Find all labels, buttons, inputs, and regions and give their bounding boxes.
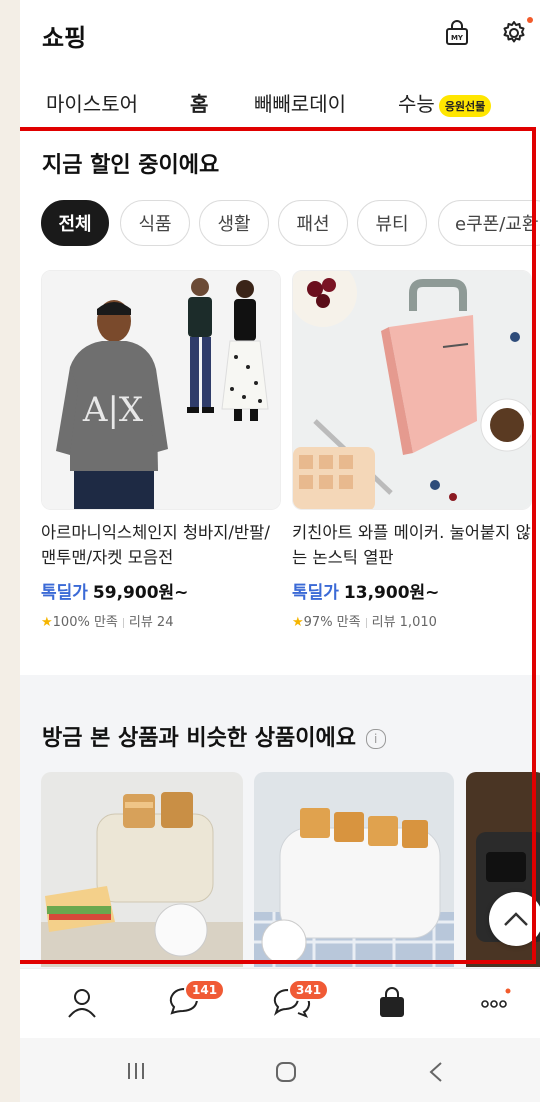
divider bbox=[122, 617, 124, 628]
product-image-waffle-maker[interactable] bbox=[292, 270, 532, 510]
nav-chats[interactable]: 141 bbox=[164, 979, 226, 1023]
page-title: 쇼핑 bbox=[42, 24, 87, 52]
star-icon: ★ bbox=[292, 615, 304, 630]
chat-count-badge: 141 bbox=[184, 979, 226, 1001]
back-icon[interactable] bbox=[426, 1060, 446, 1084]
chip-beauty[interactable]: 뷰티 bbox=[357, 200, 427, 246]
price-label: 톡딜가 bbox=[41, 583, 88, 603]
tab-home[interactable]: 홈 bbox=[190, 88, 208, 117]
open-chat-count-badge: 341 bbox=[288, 979, 330, 1001]
rating-row: ★100% 만족 리뷰 24 bbox=[41, 611, 281, 630]
price: 59,900원~ bbox=[92, 583, 189, 603]
satisfaction: 97% 만족 bbox=[303, 615, 361, 630]
home-icon[interactable] bbox=[274, 1060, 298, 1084]
star-icon: ★ bbox=[41, 615, 53, 630]
svg-text:A|X: A|X bbox=[82, 390, 144, 430]
similar-product-image[interactable] bbox=[41, 772, 243, 967]
similar-title: 방금 본 상품과 비슷한 상품이에요 i bbox=[42, 720, 386, 752]
shopping-bag-icon bbox=[380, 987, 404, 1017]
gear-icon[interactable] bbox=[500, 17, 533, 47]
chip-all[interactable]: 전체 bbox=[41, 200, 109, 246]
price-label: 톡딜가 bbox=[292, 583, 339, 603]
more-icon bbox=[481, 988, 511, 1008]
nav-shopping[interactable] bbox=[372, 983, 412, 1023]
tab-badge: 응원선물 bbox=[438, 94, 492, 117]
divider bbox=[365, 617, 367, 628]
satisfaction: 100% 만족 bbox=[52, 615, 118, 630]
app-screen: 쇼핑 MY 마이스토어 홈 빼빼로데이 수능 응원선물 지금 할인 중이에요 전체… bbox=[20, 0, 540, 1102]
review-count: 리뷰 1,010 bbox=[371, 615, 437, 630]
info-icon[interactable]: i bbox=[365, 729, 386, 749]
my-icon-text: MY bbox=[451, 34, 464, 42]
product-name[interactable]: 아르마니익스체인지 청바지/반팔/맨투맨/자켓 모음전 bbox=[41, 520, 281, 570]
product-card[interactable]: A|X 아르마니익스체인지 청바지/반팔/맨투맨/자켓 모음전 톡딜가 59,90… bbox=[41, 270, 281, 630]
notification-dot bbox=[527, 17, 533, 23]
product-image-fashion[interactable]: A|X bbox=[41, 270, 281, 510]
chevron-up-icon bbox=[504, 912, 528, 926]
price: 13,900원~ bbox=[343, 583, 440, 603]
chip-living[interactable]: 생활 bbox=[199, 200, 269, 246]
nav-open-chat[interactable]: 341 bbox=[270, 979, 330, 1023]
header: 쇼핑 MY bbox=[20, 0, 540, 70]
chip-fashion[interactable]: 패션 bbox=[278, 200, 348, 246]
person-icon bbox=[68, 989, 96, 1018]
review-count: 리뷰 24 bbox=[128, 615, 174, 630]
bottom-nav: 141 341 bbox=[20, 968, 540, 1039]
category-chips: 전체 식품 생활 패션 뷰티 e쿠폰/교환 bbox=[20, 200, 540, 248]
my-shopping-bag-icon[interactable]: MY bbox=[444, 20, 470, 46]
tab-pepero-day[interactable]: 빼빼로데이 bbox=[254, 88, 346, 117]
nav-more[interactable] bbox=[474, 983, 514, 1023]
chip-ecoupon[interactable]: e쿠폰/교환 bbox=[438, 200, 540, 246]
similar-product-image[interactable] bbox=[254, 772, 454, 967]
scroll-top-button[interactable] bbox=[489, 892, 540, 946]
rating-row: ★97% 만족 리뷰 1,010 bbox=[292, 611, 532, 630]
top-tabs: 마이스토어 홈 빼빼로데이 수능 응원선물 bbox=[20, 70, 540, 128]
recent-apps-icon[interactable] bbox=[124, 1060, 148, 1082]
chip-food[interactable]: 식품 bbox=[120, 200, 190, 246]
similar-title-text: 방금 본 상품과 비슷한 상품이에요 bbox=[42, 726, 356, 751]
tab-suneung-label: 수능 bbox=[398, 92, 435, 116]
product-name[interactable]: 키친아트 와플 메이커. 눌어붙지 않는 논스틱 열판 bbox=[292, 520, 532, 570]
product-card[interactable]: 키친아트 와플 메이커. 눌어붙지 않는 논스틱 열판 톡딜가 13,900원~ … bbox=[292, 270, 532, 630]
price-row: 톡딜가 59,900원~ bbox=[41, 578, 281, 603]
deals-title: 지금 할인 중이에요 bbox=[42, 153, 220, 178]
system-nav-bar bbox=[20, 1038, 540, 1102]
tab-suneung[interactable]: 수능 응원선물 bbox=[398, 88, 492, 117]
tab-mystore[interactable]: 마이스토어 bbox=[46, 88, 138, 117]
nav-friends[interactable] bbox=[62, 983, 102, 1023]
price-row: 톡딜가 13,900원~ bbox=[292, 578, 532, 603]
